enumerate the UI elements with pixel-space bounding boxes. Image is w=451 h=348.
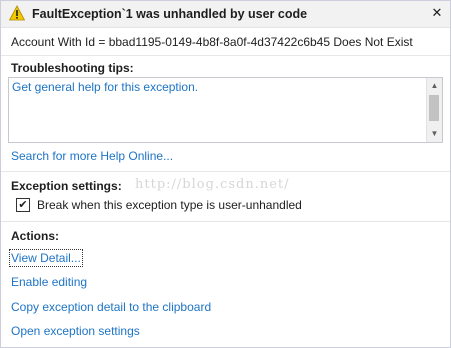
- scroll-up-icon[interactable]: ▲: [430, 81, 439, 90]
- break-on-unhandled-option[interactable]: ✔ Break when this exception type is user…: [16, 198, 302, 212]
- warning-icon: [9, 5, 25, 21]
- tips-scrollbar[interactable]: ▲ ▼: [426, 78, 442, 142]
- troubleshooting-tips-box: Get general help for this exception. ▲ ▼: [8, 77, 443, 143]
- dialog-title: FaultException`1 was unhandled by user c…: [32, 7, 308, 21]
- break-on-unhandled-checkbox[interactable]: ✔: [16, 198, 30, 212]
- watermark-text: http://blog.csdn.net/: [135, 177, 290, 192]
- divider: [1, 55, 450, 56]
- copy-exception-detail-link[interactable]: Copy exception detail to the clipboard: [11, 300, 211, 314]
- open-exception-settings-link[interactable]: Open exception settings: [11, 324, 140, 338]
- troubleshooting-heading: Troubleshooting tips:: [11, 61, 134, 75]
- close-icon: ✕: [431, 5, 443, 20]
- tip-link-general-help[interactable]: Get general help for this exception.: [12, 80, 198, 94]
- checkmark-icon: ✔: [18, 199, 28, 211]
- divider: [1, 171, 450, 172]
- divider: [1, 221, 450, 222]
- break-on-unhandled-label[interactable]: Break when this exception type is user-u…: [37, 198, 302, 212]
- exception-settings-heading: Exception settings:: [11, 179, 122, 193]
- exception-dialog: [0, 0, 451, 348]
- scroll-thumb[interactable]: [429, 95, 439, 121]
- exception-message: Account With Id = bbad1195-0149-4b8f-8a0…: [11, 35, 413, 49]
- actions-heading: Actions:: [11, 229, 59, 243]
- view-detail-link[interactable]: View Detail...: [9, 249, 83, 267]
- enable-editing-link[interactable]: Enable editing: [11, 275, 87, 289]
- close-button[interactable]: ✕: [430, 5, 444, 20]
- search-help-online-link[interactable]: Search for more Help Online...: [11, 149, 173, 163]
- scroll-down-icon[interactable]: ▼: [430, 129, 439, 138]
- dialog-header: FaultException`1 was unhandled by user c…: [1, 1, 450, 28]
